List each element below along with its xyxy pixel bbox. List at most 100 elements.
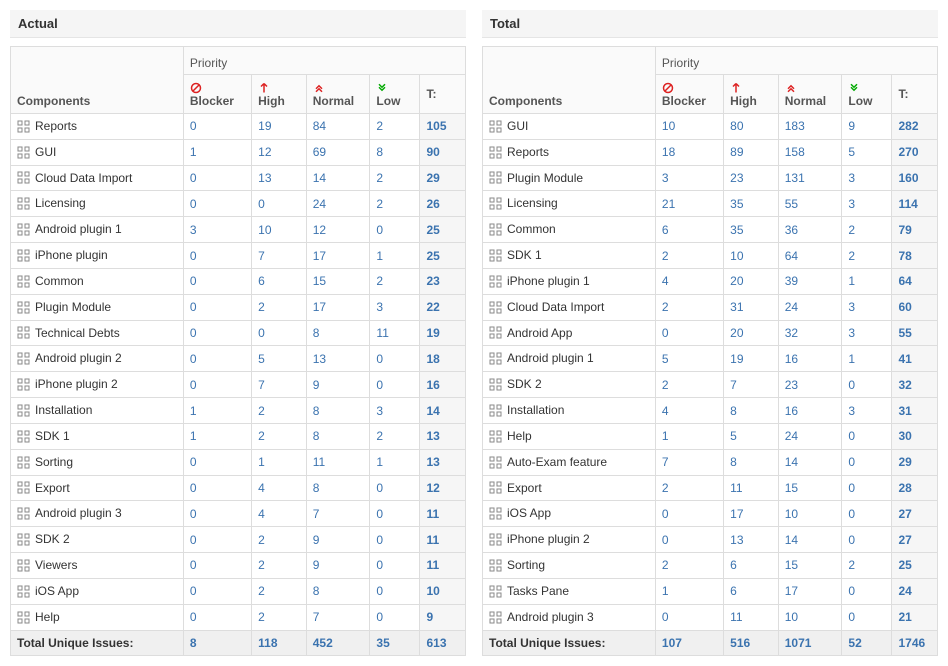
cell-low[interactable]: 1 bbox=[370, 243, 420, 269]
cell-high[interactable]: 10 bbox=[252, 217, 307, 243]
component-cell[interactable]: Reports bbox=[11, 114, 184, 140]
cell-blocker[interactable]: 21 bbox=[655, 191, 723, 217]
cell-low[interactable]: 1 bbox=[842, 346, 892, 372]
cell-blocker[interactable]: 0 bbox=[183, 372, 251, 398]
component-cell[interactable]: Cloud Data Import bbox=[483, 294, 656, 320]
cell-blocker[interactable]: 3 bbox=[655, 165, 723, 191]
cell-blocker[interactable]: 2 bbox=[655, 553, 723, 579]
cell-normal[interactable]: 13 bbox=[306, 346, 370, 372]
cell-blocker[interactable]: 2 bbox=[655, 475, 723, 501]
component-cell[interactable]: SDK 1 bbox=[483, 243, 656, 269]
cell-blocker[interactable]: 1 bbox=[183, 398, 251, 424]
col-high[interactable]: High bbox=[252, 75, 307, 114]
cell-high[interactable]: 10 bbox=[724, 243, 779, 269]
cell-low[interactable]: 1 bbox=[842, 268, 892, 294]
cell-blocker[interactable]: 1 bbox=[655, 423, 723, 449]
cell-row-total[interactable]: 9 bbox=[420, 604, 466, 630]
cell-normal[interactable]: 17 bbox=[306, 294, 370, 320]
cell-blocker[interactable]: 0 bbox=[655, 604, 723, 630]
cell-row-total[interactable]: 21 bbox=[892, 604, 938, 630]
cell-high[interactable]: 5 bbox=[252, 346, 307, 372]
cell-high[interactable]: 2 bbox=[252, 604, 307, 630]
component-cell[interactable]: GUI bbox=[11, 139, 184, 165]
component-cell[interactable]: iPhone plugin 1 bbox=[483, 268, 656, 294]
total-high[interactable]: 118 bbox=[252, 630, 307, 655]
cell-normal[interactable]: 10 bbox=[778, 501, 842, 527]
cell-high[interactable]: 7 bbox=[252, 243, 307, 269]
cell-low[interactable]: 0 bbox=[842, 423, 892, 449]
cell-row-total[interactable]: 78 bbox=[892, 243, 938, 269]
cell-row-total[interactable]: 27 bbox=[892, 527, 938, 553]
cell-blocker[interactable]: 0 bbox=[655, 501, 723, 527]
cell-row-total[interactable]: 19 bbox=[420, 320, 466, 346]
cell-high[interactable]: 2 bbox=[252, 527, 307, 553]
cell-high[interactable]: 8 bbox=[724, 449, 779, 475]
cell-normal[interactable]: 8 bbox=[306, 320, 370, 346]
cell-row-total[interactable]: 10 bbox=[420, 578, 466, 604]
cell-low[interactable]: 9 bbox=[842, 114, 892, 140]
cell-blocker[interactable]: 18 bbox=[655, 139, 723, 165]
component-cell[interactable]: Plugin Module bbox=[483, 165, 656, 191]
cell-normal[interactable]: 24 bbox=[778, 294, 842, 320]
cell-low[interactable]: 0 bbox=[370, 346, 420, 372]
cell-low[interactable]: 2 bbox=[370, 165, 420, 191]
component-cell[interactable]: Tasks Pane bbox=[483, 578, 656, 604]
cell-low[interactable]: 0 bbox=[842, 372, 892, 398]
component-cell[interactable]: Plugin Module bbox=[11, 294, 184, 320]
cell-low[interactable]: 0 bbox=[842, 501, 892, 527]
component-cell[interactable]: SDK 2 bbox=[483, 372, 656, 398]
component-cell[interactable]: Sorting bbox=[483, 553, 656, 579]
col-low[interactable]: Low bbox=[370, 75, 420, 114]
component-cell[interactable]: Installation bbox=[483, 398, 656, 424]
cell-blocker[interactable]: 7 bbox=[655, 449, 723, 475]
component-cell[interactable]: Android plugin 1 bbox=[483, 346, 656, 372]
component-cell[interactable]: iOS App bbox=[483, 501, 656, 527]
cell-low[interactable]: 3 bbox=[842, 165, 892, 191]
cell-low[interactable]: 0 bbox=[370, 553, 420, 579]
component-cell[interactable]: Reports bbox=[483, 139, 656, 165]
cell-row-total[interactable]: 11 bbox=[420, 527, 466, 553]
col-low[interactable]: Low bbox=[842, 75, 892, 114]
component-cell[interactable]: GUI bbox=[483, 114, 656, 140]
cell-normal[interactable]: 36 bbox=[778, 217, 842, 243]
cell-normal[interactable]: 55 bbox=[778, 191, 842, 217]
cell-low[interactable]: 2 bbox=[842, 553, 892, 579]
component-cell[interactable]: Export bbox=[11, 475, 184, 501]
cell-low[interactable]: 2 bbox=[370, 268, 420, 294]
cell-high[interactable]: 7 bbox=[724, 372, 779, 398]
cell-blocker[interactable]: 1 bbox=[183, 423, 251, 449]
cell-blocker[interactable]: 0 bbox=[655, 320, 723, 346]
cell-blocker[interactable]: 0 bbox=[183, 527, 251, 553]
component-cell[interactable]: Common bbox=[483, 217, 656, 243]
cell-blocker[interactable]: 0 bbox=[183, 114, 251, 140]
cell-row-total[interactable]: 28 bbox=[892, 475, 938, 501]
cell-blocker[interactable]: 3 bbox=[183, 217, 251, 243]
cell-normal[interactable]: 158 bbox=[778, 139, 842, 165]
cell-blocker[interactable]: 1 bbox=[183, 139, 251, 165]
cell-high[interactable]: 0 bbox=[252, 191, 307, 217]
cell-row-total[interactable]: 27 bbox=[892, 501, 938, 527]
cell-normal[interactable]: 24 bbox=[306, 191, 370, 217]
cell-normal[interactable]: 14 bbox=[778, 527, 842, 553]
component-cell[interactable]: Viewers bbox=[11, 553, 184, 579]
cell-high[interactable]: 20 bbox=[724, 320, 779, 346]
cell-normal[interactable]: 39 bbox=[778, 268, 842, 294]
cell-low[interactable]: 11 bbox=[370, 320, 420, 346]
total-low[interactable]: 35 bbox=[370, 630, 420, 655]
cell-low[interactable]: 0 bbox=[370, 372, 420, 398]
cell-blocker[interactable]: 6 bbox=[655, 217, 723, 243]
cell-normal[interactable]: 7 bbox=[306, 604, 370, 630]
cell-normal[interactable]: 24 bbox=[778, 423, 842, 449]
cell-high[interactable]: 19 bbox=[724, 346, 779, 372]
component-cell[interactable]: iPhone plugin 2 bbox=[483, 527, 656, 553]
component-cell[interactable]: Export bbox=[483, 475, 656, 501]
component-cell[interactable]: Common bbox=[11, 268, 184, 294]
cell-high[interactable]: 11 bbox=[724, 604, 779, 630]
cell-low[interactable]: 5 bbox=[842, 139, 892, 165]
cell-normal[interactable]: 131 bbox=[778, 165, 842, 191]
cell-row-total[interactable]: 105 bbox=[420, 114, 466, 140]
cell-low[interactable]: 0 bbox=[370, 527, 420, 553]
cell-high[interactable]: 4 bbox=[252, 475, 307, 501]
cell-normal[interactable]: 17 bbox=[306, 243, 370, 269]
cell-normal[interactable]: 12 bbox=[306, 217, 370, 243]
